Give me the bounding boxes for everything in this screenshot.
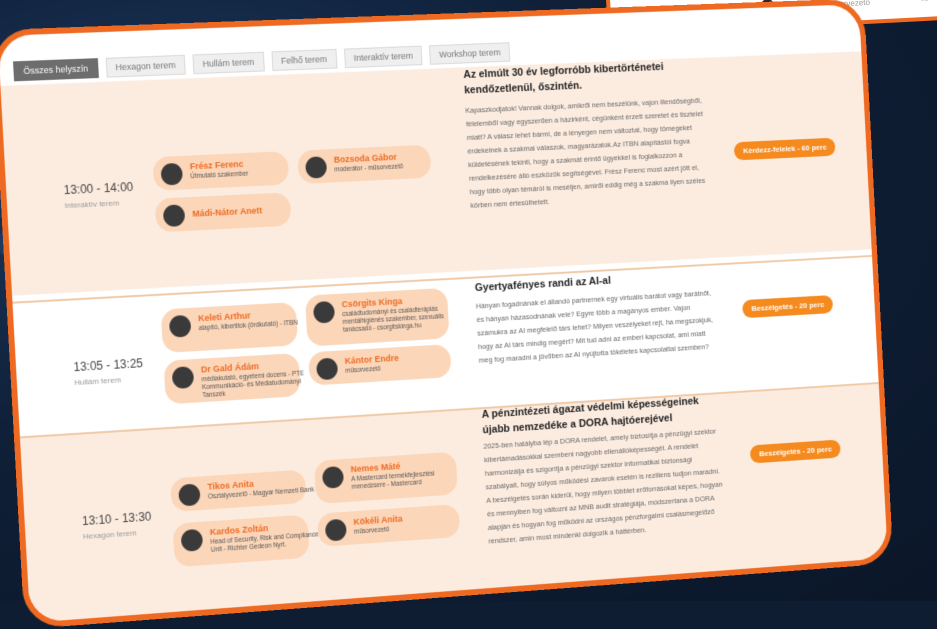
speaker-card[interactable]: Kökéli Anita műsorvezető xyxy=(317,504,460,547)
tab-hexagon[interactable]: Hexagon terem xyxy=(105,55,186,78)
avatar xyxy=(313,301,335,324)
tab-workshop[interactable]: Workshop terem xyxy=(429,42,510,65)
session-time: 13:10 - 13:30 xyxy=(82,509,152,528)
session-room: Hexagon terem xyxy=(83,528,137,541)
session-row: 13:00 - 14:00 Interaktív terem Frész Fer… xyxy=(0,51,882,296)
speaker-card[interactable]: Kántor Endre műsorvezető xyxy=(308,344,452,386)
session-format-badge: Beszélgetés - 20 perc xyxy=(750,439,841,463)
speaker-card[interactable]: Frész Ferenc Útmutató szakember xyxy=(152,151,289,191)
session-time: 13:05 - 13:25 xyxy=(73,356,143,374)
speaker-card[interactable]: Kardos Zoltán Head of Security, Risk and… xyxy=(172,514,309,567)
session-description: Kapaszkodjatok! Vannak dolgok, amikről n… xyxy=(465,94,710,213)
speaker-card[interactable]: Mádi-Nátor Anett xyxy=(155,192,292,232)
avatar xyxy=(305,156,327,179)
speaker-name: Nemes Máté xyxy=(350,461,400,474)
tab-all-venues[interactable]: Összes helyszín xyxy=(13,58,99,81)
avatar xyxy=(172,366,195,389)
tab-hullam[interactable]: Hullám terem xyxy=(193,52,265,74)
arrow-right-icon[interactable]: → xyxy=(918,0,931,5)
speaker-name: Mádi-Nátor Anett xyxy=(192,205,262,218)
avatar xyxy=(163,204,186,227)
tab-interaktiv[interactable]: Interaktív terem xyxy=(344,46,423,69)
speaker-name: Keleti Arthur xyxy=(198,310,251,323)
avatar xyxy=(181,529,204,552)
speaker-card[interactable]: Bozsoda Gábor moderátor - műsorvezető xyxy=(297,145,431,184)
session-room: Hullám terem xyxy=(74,375,121,387)
session-room: Interaktív terem xyxy=(64,198,119,210)
session-title: Az elmúlt 30 év legforróbb kibertörténet… xyxy=(463,58,704,99)
program-card: Összes helyszín Hexagon terem Hullám ter… xyxy=(0,0,893,629)
speaker-name: Bozsoda Gábor xyxy=(334,152,398,165)
session-format-badge: Beszélgetés - 20 perc xyxy=(742,295,834,318)
avatar xyxy=(316,358,338,381)
session-description: 2025-ben hatályba lép a DORA rendelet, a… xyxy=(483,424,727,548)
speaker-name: Tikos Anita xyxy=(207,479,254,492)
avatar xyxy=(160,163,183,186)
avatar xyxy=(322,466,344,489)
speaker-role: családtudományi és családterápiás mentál… xyxy=(342,305,447,334)
avatar xyxy=(325,519,347,542)
tab-felho[interactable]: Felhő terem xyxy=(271,49,337,71)
speaker-card[interactable]: Csörgits Kinga családtudományi és család… xyxy=(305,288,450,347)
session-description: Hányan fogadnának el állandó partnernek … xyxy=(476,286,718,367)
session-time: 13:00 - 14:00 xyxy=(63,180,133,197)
speaker-role: médiakutató, egyetemi docens - PTE Kommu… xyxy=(201,370,318,401)
speaker-card[interactable]: Tikos Anita Osztályvezető - Magyar Nemze… xyxy=(170,469,307,512)
speaker-card[interactable]: Keleti Arthur alapító, kibertitok (ördku… xyxy=(161,302,298,353)
session-format-badge: Kérdezz-felelek - 60 perc xyxy=(734,138,836,161)
speaker-card[interactable]: Dr Gald Ádám médiakutató, egyetemi docen… xyxy=(164,353,301,404)
speaker-card[interactable]: Nemes Máté A Mastercard termékfejlesztés… xyxy=(314,452,458,504)
avatar xyxy=(178,483,201,506)
speaker-name: Kántor Endre xyxy=(345,353,399,366)
program-card-inner: Összes helyszín Hexagon terem Hullám ter… xyxy=(0,0,893,629)
avatar xyxy=(169,315,192,338)
speaker-name: Frész Ferenc xyxy=(190,159,244,171)
